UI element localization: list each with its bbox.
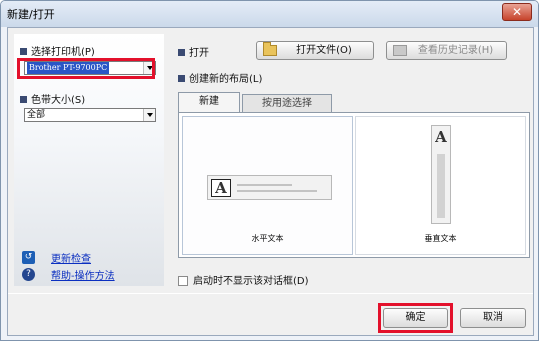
new-layout-label: 创建新的布局(L) — [189, 74, 263, 85]
help-link[interactable]: 帮助-操作方法 — [51, 271, 115, 282]
bullet-icon — [178, 49, 185, 56]
text-line — [237, 184, 292, 186]
new-layout-section: 创建新的布局(L) — [178, 70, 262, 85]
new-open-dialog: 新建/打开 ✕ 选择打印机(P) Brother PT-9700PC 色带大小(… — [0, 0, 539, 341]
window-title: 新建/打开 — [7, 8, 55, 21]
bullet-icon — [178, 75, 185, 82]
horizontal-text-option[interactable]: A 水平文本 — [182, 116, 353, 255]
printer-highlight — [17, 58, 155, 79]
history-icon — [393, 45, 407, 56]
title-bar: 新建/打开 ✕ — [1, 1, 538, 27]
cancel-button[interactable]: 取消 — [460, 308, 526, 328]
open-file-label: 打开文件(O) — [296, 45, 352, 56]
open-section: 打开 — [178, 44, 209, 59]
horizontal-tape-icon: A — [207, 175, 332, 200]
update-check-link[interactable]: 更新检查 — [51, 254, 91, 265]
sample-glyph: A — [435, 128, 447, 146]
text-line — [437, 154, 445, 218]
startup-checkbox-row[interactable]: 启动时不显示该对话框(D) — [178, 272, 309, 287]
text-line — [237, 190, 317, 192]
close-button[interactable]: ✕ — [502, 3, 532, 21]
vertical-tape-icon: A — [431, 125, 451, 224]
tape-size-section: 色带大小(S) — [20, 91, 85, 106]
tape-size-label: 色带大小(S) — [31, 95, 86, 106]
update-icon: ↺ — [22, 251, 35, 264]
ok-highlight — [378, 303, 453, 333]
tape-size-select[interactable]: 全部 — [24, 108, 156, 122]
tab-by-purpose[interactable]: 按用途选择 — [242, 94, 332, 112]
startup-checkbox[interactable] — [178, 276, 188, 286]
bullet-icon — [20, 96, 27, 103]
help-icon: ? — [22, 268, 35, 281]
open-label: 打开 — [189, 48, 209, 59]
sample-glyph: A — [211, 179, 231, 197]
vertical-text-option[interactable]: A 垂直文本 — [355, 116, 526, 255]
layout-options-panel: A 水平文本 A 垂直文本 — [178, 112, 530, 258]
chevron-down-icon[interactable] — [143, 109, 155, 121]
printer-label: 选择打印机(P) — [31, 47, 95, 58]
dialog-body: 选择打印机(P) Brother PT-9700PC 色带大小(S) 全部 ↺ 更… — [7, 27, 534, 336]
footer-divider — [8, 293, 533, 294]
horizontal-text-label: 水平文本 — [251, 234, 284, 243]
view-history-button[interactable]: 查看历史记录(H) — [386, 41, 507, 60]
open-file-button[interactable]: 打开文件(O) — [256, 41, 374, 60]
tab-new[interactable]: 新建 — [178, 92, 240, 112]
vertical-text-label: 垂直文本 — [424, 234, 457, 243]
bullet-icon — [20, 48, 27, 55]
folder-icon — [263, 42, 277, 56]
update-check-link-row[interactable]: ↺ 更新检查 — [22, 250, 91, 265]
help-link-row[interactable]: ? 帮助-操作方法 — [22, 267, 115, 282]
startup-checkbox-label: 启动时不显示该对话框(D) — [193, 276, 309, 287]
view-history-label: 查看历史记录(H) — [417, 45, 494, 56]
printer-section: 选择打印机(P) — [20, 43, 95, 58]
tape-size-value: 全部 — [27, 110, 46, 120]
